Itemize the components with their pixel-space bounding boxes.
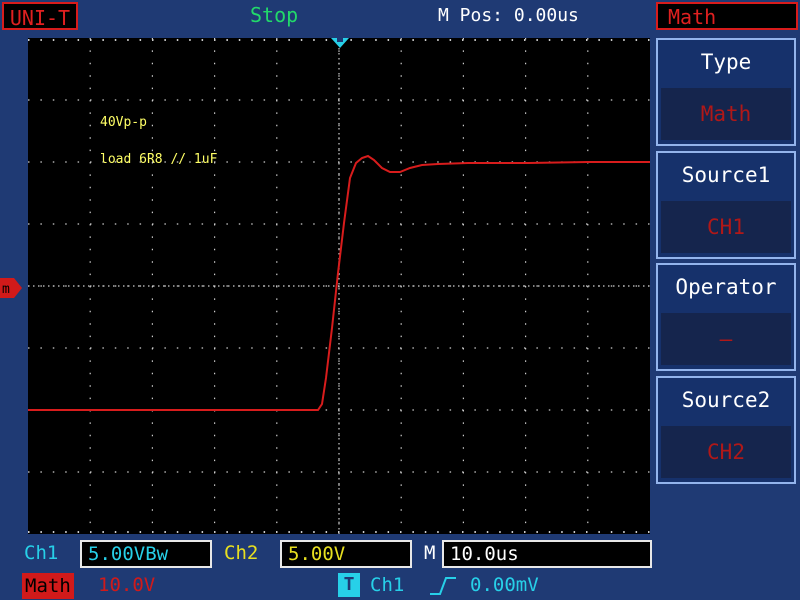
- ch2-scale[interactable]: 5.00V: [280, 540, 412, 568]
- ch1-scale[interactable]: 5.00VBw: [80, 540, 212, 568]
- trigger-level: 0.00mV: [470, 574, 539, 596]
- menu-item-label: Source1: [681, 163, 771, 187]
- trigger-position-marker-icon: [331, 38, 349, 48]
- trigger-source: Ch1: [370, 574, 405, 596]
- graticule: [28, 38, 650, 534]
- waveform-display: [28, 38, 650, 534]
- menu-item-type[interactable]: Type Math: [656, 38, 796, 146]
- menu-item-label: Source2: [681, 388, 771, 412]
- menu-item-source1[interactable]: Source1 CH1: [656, 151, 796, 259]
- math-scale: 10.0V: [98, 574, 156, 596]
- timebase-scale[interactable]: 10.0us: [442, 540, 652, 568]
- rising-edge-icon: [430, 577, 456, 595]
- menu-item-value: CH2: [661, 426, 791, 478]
- math-label: Math: [22, 573, 74, 599]
- timebase-label: M: [424, 542, 436, 564]
- horizontal-position: M Pos: 0.00us: [438, 5, 579, 26]
- ch2-label: Ch2: [224, 542, 259, 564]
- menu-item-value: CH1: [661, 201, 791, 253]
- menu-title: Math: [656, 2, 798, 30]
- menu-item-value: —: [661, 313, 791, 365]
- annotation-load: load 6R8 // 1uF: [100, 152, 218, 167]
- annotation-voltage: 40Vp-p: [100, 115, 147, 130]
- svg-text:m: m: [2, 282, 10, 297]
- menu-item-operator[interactable]: Operator —: [656, 263, 796, 371]
- math-ground-marker-icon: m: [0, 278, 22, 298]
- menu-item-label: Operator: [675, 275, 777, 299]
- menu-item-source2[interactable]: Source2 CH2: [656, 376, 796, 484]
- menu-item-value: Math: [661, 88, 791, 140]
- ch1-label: Ch1: [24, 542, 59, 564]
- trigger-icon: T: [338, 573, 360, 597]
- menu-item-label: Type: [700, 50, 752, 74]
- brand-logo: UNI-T: [2, 2, 78, 30]
- run-status: Stop: [250, 3, 299, 27]
